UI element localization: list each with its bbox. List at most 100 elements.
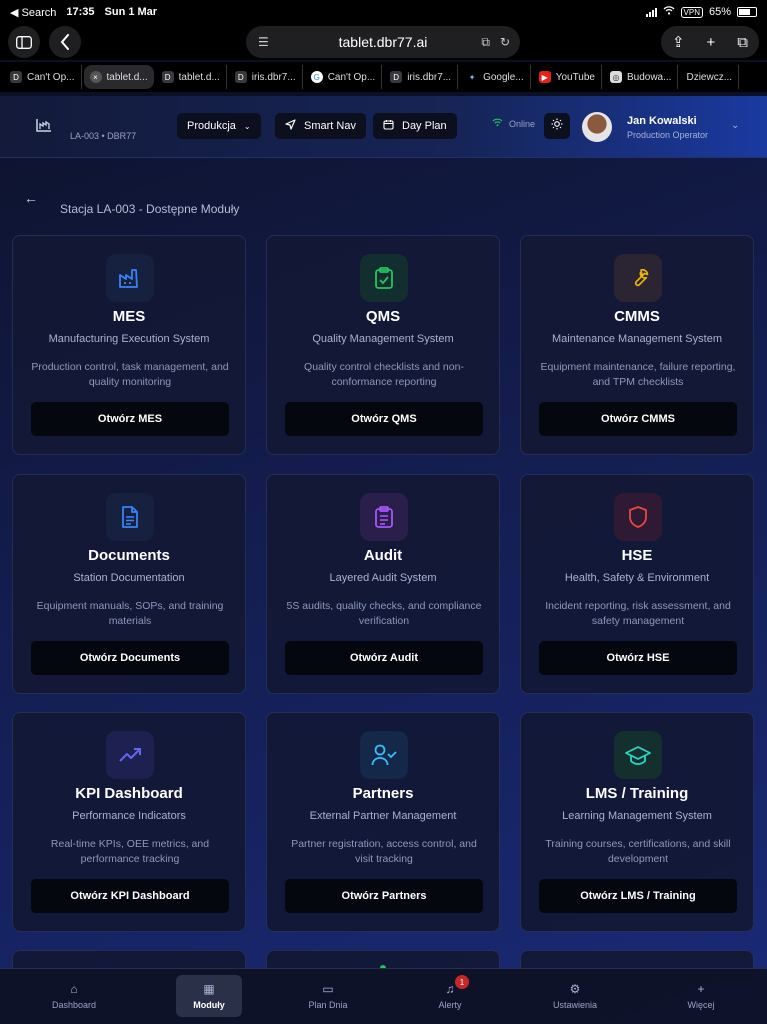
tab-overview-icon[interactable]: ⧉ <box>737 34 748 51</box>
open-module-button[interactable]: Otwórz QMS <box>285 402 483 436</box>
open-module-button[interactable]: Otwórz MES <box>31 402 229 436</box>
browser-tab[interactable]: ✦ Google... <box>460 65 531 89</box>
module-subtitle: Station Documentation <box>73 572 185 584</box>
factory-chart-icon[interactable] <box>36 118 52 137</box>
module-subtitle: Health, Safety & Environment <box>564 572 710 584</box>
battery-percent: 65% <box>708 6 731 18</box>
module-description: Quality control checklists and non-confo… <box>304 361 464 388</box>
nav-moduly-label: Moduły <box>193 999 225 1010</box>
user-check-icon <box>360 731 408 779</box>
module-description: Incident reporting, risk assessment, and… <box>545 600 731 627</box>
open-module-button[interactable]: Otwórz HSE <box>539 641 737 675</box>
new-tab-icon[interactable]: + <box>707 34 716 51</box>
ios-status-bar: ◀ Search 17:35 Sun 1 Mar VPN 65% <box>0 0 767 24</box>
module-card-audit: Audit Layered Audit System 5S audits, qual… <box>266 474 500 694</box>
module-title: CMMS <box>614 308 660 325</box>
url-text: tablet.dbr77.ai <box>338 34 428 50</box>
nav-moduly[interactable]: ▦ Moduły <box>176 975 242 1017</box>
nav-plan-dnia[interactable]: ▭ Plan Dnia <box>295 975 361 1017</box>
grid-icon: ▦ <box>203 981 215 996</box>
module-description: Equipment manuals, SOPs, and training ma… <box>36 600 224 627</box>
tab-favicon: D <box>234 71 247 83</box>
module-description: Training courses, certifications, and sk… <box>545 838 731 865</box>
extension-icon[interactable]: ⧉ <box>481 35 490 50</box>
share-icon[interactable]: ⇪ <box>672 33 685 51</box>
module-title: KPI Dashboard <box>75 785 183 802</box>
open-module-button[interactable]: Otwórz Partners <box>285 879 483 913</box>
main-content: ← Stacja LA-003 - Dostępne Moduły MES Man… <box>0 158 767 1024</box>
navigation-arrow-icon <box>285 119 296 133</box>
open-module-button[interactable]: Otwórz CMMS <box>539 402 737 436</box>
browser-tab[interactable]: D Can't Op... <box>4 65 82 89</box>
sidebar-toggle-icon[interactable] <box>8 26 40 58</box>
tab-label: Can't Op... <box>27 71 75 83</box>
alert-count-badge: 1 <box>455 975 469 989</box>
open-module-button[interactable]: Otwórz KPI Dashboard <box>31 879 229 913</box>
tab-label: iris.dbr7... <box>251 71 296 83</box>
module-card-documents: Documents Station Documentation Equipment … <box>12 474 246 694</box>
module-description: Partner registration, access control, an… <box>291 838 477 865</box>
browser-tabs: D Can't Op... × tablet.d... Dtablet.d... D… <box>0 62 767 92</box>
module-card-qms: QMS Quality Management System Quality cont… <box>266 235 500 455</box>
smart-nav-label: Smart Nav <box>304 120 356 132</box>
page-title: Stacja LA-003 - Dostępne Moduły <box>60 202 240 216</box>
nav-alerty-label: Alerty <box>438 999 462 1010</box>
graduation-cap-icon <box>614 731 662 779</box>
day-plan-button[interactable]: Day Plan <box>373 113 457 139</box>
browser-tab[interactable]: G Can't Op... <box>305 65 383 89</box>
reload-icon[interactable]: ↻ <box>500 35 510 50</box>
back-arrow-icon[interactable]: ← <box>24 190 38 206</box>
nav-wiecej[interactable]: + Więcej <box>668 975 734 1017</box>
module-card-cmms: CMMS Maintenance Management System Equipme… <box>520 235 754 455</box>
browser-tab[interactable]: Diris.dbr7... <box>384 65 459 89</box>
produkcja-dropdown[interactable]: Produkcja ⌄ <box>177 113 261 139</box>
tab-favicon: D <box>390 71 403 83</box>
module-description: Equipment maintenance, failure reporting… <box>540 361 736 388</box>
tab-label: tablet.d... <box>178 71 220 83</box>
browser-tab[interactable]: Diris.dbr7... <box>229 65 303 89</box>
module-subtitle: Performance Indicators <box>72 810 186 822</box>
theme-toggle-button[interactable] <box>544 113 570 139</box>
user-name[interactable]: Jan Kowalski <box>627 115 697 127</box>
module-title: Documents <box>88 547 170 564</box>
clipboard-check-icon <box>360 254 408 302</box>
browser-tab[interactable]: ▶ YouTube <box>533 65 602 89</box>
open-module-button[interactable]: Otwórz Audit <box>285 641 483 675</box>
sun-icon <box>551 117 563 135</box>
tab-label: Dziewcz... <box>686 71 733 83</box>
tab-close-icon[interactable]: × <box>89 71 102 83</box>
nav-dashboard[interactable]: ⌂ Dashboard <box>41 975 107 1017</box>
browser-tab[interactable]: Dziewcz... <box>680 65 740 89</box>
address-bar[interactable]: ☰ tablet.dbr77.ai ⧉ ↻ <box>246 26 520 58</box>
nav-plan-dnia-label: Plan Dnia <box>308 999 348 1010</box>
vpn-badge: VPN <box>680 6 703 18</box>
browser-tab-active[interactable]: × tablet.d... <box>83 65 154 89</box>
calendar-icon: ▭ <box>322 981 334 996</box>
browser-back-icon[interactable] <box>49 26 81 58</box>
nav-alerty[interactable]: ♫ 1 Alerty <box>417 975 483 1017</box>
browser-tab[interactable]: ◎ Budowa... <box>604 65 679 89</box>
page-menu-icon[interactable]: ☰ <box>258 35 269 49</box>
online-label: Online <box>509 118 536 129</box>
station-code: LA-003 • DBR77 <box>70 131 137 141</box>
module-title: Partners <box>352 785 414 802</box>
day-plan-label: Day Plan <box>402 120 447 132</box>
user-menu-chevron-icon[interactable]: ⌄ <box>731 120 739 131</box>
nav-ustawienia-label: Ustawienia <box>552 999 598 1010</box>
connection-status: Online <box>492 118 535 129</box>
user-avatar[interactable] <box>582 112 612 142</box>
browser-tab[interactable]: Dtablet.d... <box>156 65 227 89</box>
module-subtitle: Maintenance Management System <box>552 333 722 345</box>
nav-ustawienia[interactable]: ⚙ Ustawienia <box>542 975 608 1017</box>
open-module-button[interactable]: Otwórz LMS / Training <box>539 879 737 913</box>
open-module-button[interactable]: Otwórz Documents <box>31 641 229 675</box>
wifi-online-icon <box>492 118 503 129</box>
back-to-search[interactable]: ◀ Search <box>10 6 56 19</box>
smart-nav-button[interactable]: Smart Nav <box>275 113 366 139</box>
module-card-kpi-dashboard: KPI Dashboard Performance Indicators Real-… <box>12 712 246 932</box>
wifi-icon <box>663 6 675 18</box>
tab-label: Budowa... <box>626 71 672 83</box>
module-subtitle: Learning Management System <box>562 810 712 822</box>
tab-label: tablet.d... <box>106 71 148 83</box>
tab-label: iris.dbr7... <box>407 71 452 83</box>
